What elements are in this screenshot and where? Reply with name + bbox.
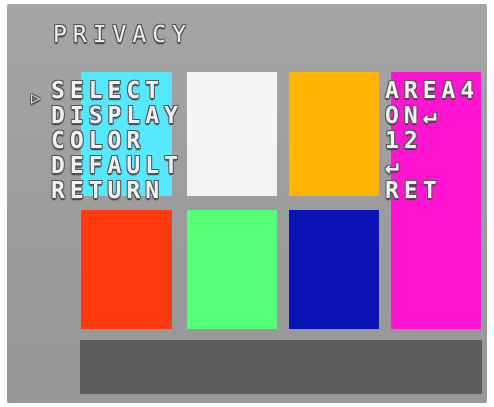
swatch-orange[interactable] bbox=[289, 72, 379, 196]
status-bar bbox=[80, 340, 482, 394]
menu-value-color: 12 bbox=[385, 128, 423, 154]
menu-value-return: RET bbox=[385, 178, 442, 204]
page-title: PRIVACY bbox=[53, 22, 192, 48]
menu-item-return[interactable]: RETURN bbox=[51, 180, 164, 203]
menu-item-select[interactable]: SELECT bbox=[51, 80, 164, 103]
swatch-white[interactable] bbox=[187, 72, 277, 196]
swatch-blue[interactable] bbox=[289, 210, 379, 329]
menu-value-default: ↵ bbox=[385, 153, 404, 179]
menu-item-display[interactable]: DISPLAY bbox=[51, 105, 183, 128]
menu-item-color[interactable]: COLOR bbox=[51, 130, 145, 153]
osd-screen: PRIVACY ▷ SELECT DISPLAY COLOR DEFAULT R… bbox=[7, 4, 487, 403]
menu-value-display: ON↵ bbox=[385, 103, 442, 129]
swatch-red[interactable] bbox=[81, 210, 172, 329]
swatch-green[interactable] bbox=[187, 210, 277, 329]
menu-item-default[interactable]: DEFAULT bbox=[51, 155, 183, 178]
menu-cursor-icon: ▷ bbox=[31, 88, 41, 107]
menu-value-select: AREA4 bbox=[385, 78, 480, 104]
